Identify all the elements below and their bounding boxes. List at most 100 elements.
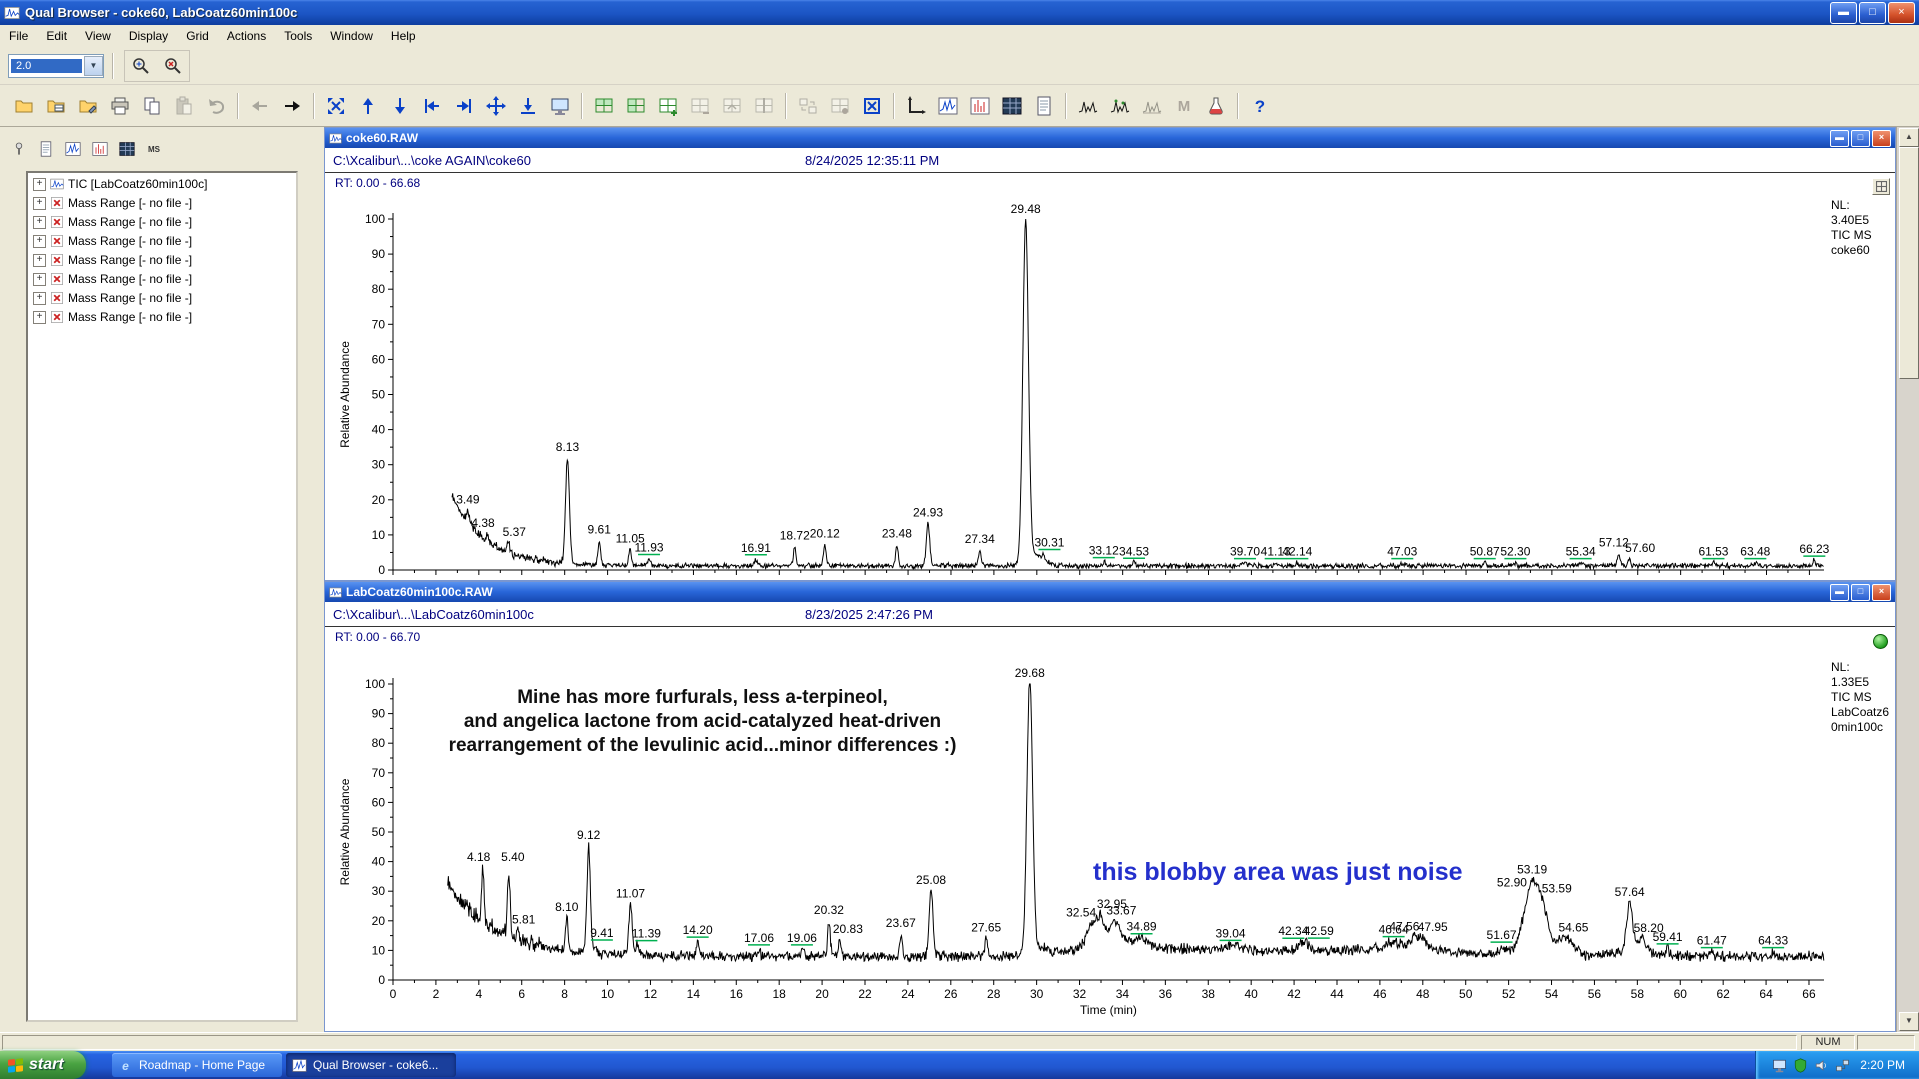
autorange-button[interactable] xyxy=(481,91,511,121)
insert-cell-above-button[interactable] xyxy=(589,91,619,121)
merge-cells-button[interactable] xyxy=(717,91,747,121)
open-layout-button[interactable] xyxy=(41,91,71,121)
taskbar-task[interactable]: Qual Browser - coke6... xyxy=(286,1053,456,1077)
chromatogram-view-button[interactable] xyxy=(933,91,963,121)
vertical-scrollbar[interactable]: ▲ ▼ xyxy=(1896,127,1919,1032)
undo-button[interactable] xyxy=(201,91,231,121)
report-view-button[interactable] xyxy=(1029,91,1059,121)
pane-anchor-button[interactable] xyxy=(1872,178,1890,195)
save-layout-button[interactable] xyxy=(73,91,103,121)
swap-cells-button[interactable] xyxy=(793,91,823,121)
scroll-thumb[interactable] xyxy=(1899,147,1919,379)
peak-area-button[interactable] xyxy=(1137,91,1167,121)
tree-item[interactable]: + Mass Range [- no file -] xyxy=(33,195,296,211)
shift-right-button[interactable] xyxy=(449,91,479,121)
menu-edit[interactable]: Edit xyxy=(37,26,76,46)
delete-cell-button[interactable] xyxy=(685,91,715,121)
axis-setup-button[interactable] xyxy=(901,91,931,121)
print-button[interactable] xyxy=(105,91,135,121)
spectrum-view-button[interactable] xyxy=(965,91,995,121)
shift-up-button[interactable] xyxy=(353,91,383,121)
spectrum-ranges-button[interactable] xyxy=(87,137,112,160)
menu-view[interactable]: View xyxy=(76,26,120,46)
table-view-button[interactable] xyxy=(997,91,1027,121)
add-cell-button[interactable] xyxy=(653,91,683,121)
volume-tray-icon[interactable] xyxy=(1814,1058,1829,1073)
copy-button[interactable] xyxy=(137,91,167,121)
peak-label-button[interactable] xyxy=(1105,91,1135,121)
menu-actions[interactable]: Actions xyxy=(218,26,275,46)
mass-options-button[interactable]: M xyxy=(1169,91,1199,121)
tree-item[interactable]: + Mass Range [- no file -] xyxy=(33,271,296,287)
back-button[interactable] xyxy=(245,91,275,121)
pane-restore-button[interactable]: □ xyxy=(1851,130,1870,147)
chromatogram-coke60[interactable]: 0102030405060708090100Relative Abundance… xyxy=(325,194,1897,579)
open-raw-file-button[interactable] xyxy=(9,91,39,121)
zoom-in-button[interactable] xyxy=(126,51,156,81)
pane-restore-button[interactable]: □ xyxy=(1851,584,1870,601)
tree-item[interactable]: + Mass Range [- no file -] xyxy=(33,290,296,306)
tree-item[interactable]: + Mass Range [- no file -] xyxy=(33,309,296,325)
paste-button[interactable] xyxy=(169,91,199,121)
scroll-up-button[interactable]: ▲ xyxy=(1899,128,1919,147)
svg-text:20.32: 20.32 xyxy=(814,903,844,917)
normalize-button[interactable] xyxy=(513,91,543,121)
grid-expand-button[interactable] xyxy=(857,91,887,121)
expander-icon[interactable]: + xyxy=(33,254,46,267)
pane-close-button[interactable]: × xyxy=(1872,130,1891,147)
pin-cell-button[interactable] xyxy=(825,91,855,121)
pane-close-button[interactable]: × xyxy=(1872,584,1891,601)
split-cells-button[interactable] xyxy=(749,91,779,121)
help-button[interactable]: ? xyxy=(1245,91,1275,121)
pane-minimize-button[interactable]: ▬ xyxy=(1830,584,1849,601)
zoom-clear-button[interactable] xyxy=(158,51,188,81)
menu-tools[interactable]: Tools xyxy=(275,26,321,46)
display-options-button[interactable] xyxy=(545,91,575,121)
tree-item[interactable]: + Mass Range [- no file -] xyxy=(33,214,296,230)
taskbar-task[interactable]: e Roadmap - Home Page xyxy=(112,1053,282,1077)
expander-icon[interactable]: + xyxy=(33,178,46,191)
forward-button[interactable] xyxy=(277,91,307,121)
svg-text:14: 14 xyxy=(687,987,701,1001)
reset-scaling-button[interactable] xyxy=(321,91,351,121)
tree-item[interactable]: + Mass Range [- no file -] xyxy=(33,233,296,249)
start-button[interactable]: start xyxy=(0,1051,86,1079)
tree-item[interactable]: + TIC [LabCoatz60min100c] xyxy=(33,176,296,192)
combo-dropdown-icon[interactable]: ▼ xyxy=(84,56,103,76)
expander-icon[interactable]: + xyxy=(33,197,46,210)
scale-combo[interactable]: 2.0 ▼ xyxy=(8,54,104,78)
pane-titlebar[interactable]: coke60.RAW ▬ □ × xyxy=(325,128,1895,148)
pane-minimize-button[interactable]: ▬ xyxy=(1830,130,1849,147)
chromatogram-ranges-button[interactable] xyxy=(60,137,85,160)
expander-icon[interactable]: + xyxy=(33,216,46,229)
menu-display[interactable]: Display xyxy=(120,26,177,46)
scroll-down-button[interactable]: ▼ xyxy=(1899,1012,1919,1031)
security-tray-icon[interactable] xyxy=(1793,1058,1808,1073)
maximize-button[interactable]: □ xyxy=(1859,2,1886,24)
expander-icon[interactable]: + xyxy=(33,292,46,305)
peak-detect-button[interactable] xyxy=(1073,91,1103,121)
map-ranges-button[interactable] xyxy=(114,137,139,160)
ms-ranges-button[interactable]: MS xyxy=(141,137,166,160)
shift-left-button[interactable] xyxy=(417,91,447,121)
minimize-button[interactable]: ▬ xyxy=(1830,2,1857,24)
menu-window[interactable]: Window xyxy=(321,26,382,46)
insert-cell-right-button[interactable] xyxy=(621,91,651,121)
info-page-button[interactable] xyxy=(33,137,58,160)
ranges-tree[interactable]: + TIC [LabCoatz60min100c] + Mass Range [… xyxy=(26,171,298,1022)
expander-icon[interactable]: + xyxy=(33,311,46,324)
close-button[interactable]: × xyxy=(1888,2,1915,24)
active-pane-indicator[interactable] xyxy=(1873,634,1888,649)
library-search-button[interactable] xyxy=(1201,91,1231,121)
menu-file[interactable]: File xyxy=(0,26,37,46)
tree-item[interactable]: + Mass Range [- no file -] xyxy=(33,252,296,268)
pin-button[interactable] xyxy=(6,137,31,160)
menu-help[interactable]: Help xyxy=(382,26,425,46)
network-tray-icon[interactable] xyxy=(1835,1058,1850,1073)
expander-icon[interactable]: + xyxy=(33,235,46,248)
expander-icon[interactable]: + xyxy=(33,273,46,286)
display-tray-icon[interactable] xyxy=(1772,1058,1787,1073)
pane-titlebar[interactable]: LabCoatz60min100c.RAW ▬ □ × xyxy=(325,582,1895,602)
shift-down-button[interactable] xyxy=(385,91,415,121)
menu-grid[interactable]: Grid xyxy=(177,26,218,46)
